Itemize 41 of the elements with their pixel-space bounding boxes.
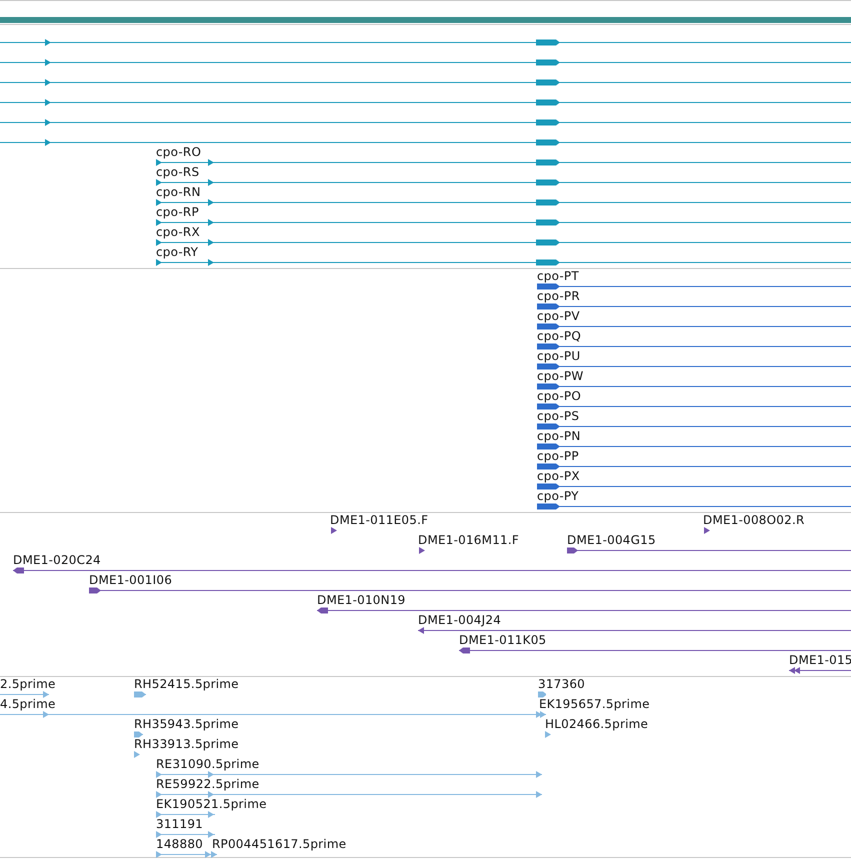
feature-label: DME1-020C24 (13, 553, 101, 567)
feature-label: DME1-016M11.F (418, 533, 519, 547)
feature-label: RE31090.5prime (156, 757, 260, 771)
feature-label: cpo-PO (537, 389, 581, 403)
feature-label: DME1-001I06 (89, 573, 172, 587)
feature-label: cpo-PN (537, 429, 581, 443)
feature-label: cpo-PS (537, 409, 580, 423)
feature-label: DME1-010N19 (317, 593, 406, 607)
feature-label: cpo-RO (156, 145, 202, 159)
feature-label: cpo-PX (537, 469, 580, 483)
feature-label: 311191 (156, 817, 204, 831)
feature-label: RP004451617.5prime (212, 837, 346, 851)
feature-label: cpo-PR (537, 289, 580, 303)
feature-label: EK195657.5prime (539, 697, 650, 711)
feature-label: 4.5prime (0, 697, 56, 711)
feature-label: cpo-PV (537, 309, 580, 323)
feature-label: DME1-004G15 (567, 533, 656, 547)
feature-label: cpo-PT (537, 269, 579, 283)
feature-label: RE59922.5prime (156, 777, 260, 791)
feature-label: DME1-011K05 (459, 633, 546, 647)
feature-label: cpo-RY (156, 245, 198, 259)
feature-label: cpo-RN (156, 185, 201, 199)
feature-label: cpo-PQ (537, 329, 581, 343)
feature-label: cpo-PU (537, 349, 580, 363)
feature-label: EK190521.5prime (156, 797, 267, 811)
feature-label: 148880 (156, 837, 204, 851)
feature-label: 317360 (538, 677, 586, 691)
feature-label: 2.5prime (0, 677, 56, 691)
feature-label: DME1-011E05.F (330, 513, 428, 527)
feature-label: cpo-RP (156, 205, 199, 219)
feature-label: RH35943.5prime (134, 717, 239, 731)
feature-label: cpo-PY (537, 489, 579, 503)
feature-label: DME1-004J24 (418, 613, 502, 627)
feature-label: cpo-PP (537, 449, 579, 463)
feature-label: RH33913.5prime (134, 737, 239, 751)
feature-label: cpo-RX (156, 225, 200, 239)
feature-label: RH52415.5prime (134, 677, 239, 691)
feature-label: DME1-008O02.R (703, 513, 805, 527)
feature-label: cpo-RS (156, 165, 200, 179)
feature-label: HL02466.5prime (545, 717, 648, 731)
feature-label: cpo-PW (537, 369, 584, 383)
